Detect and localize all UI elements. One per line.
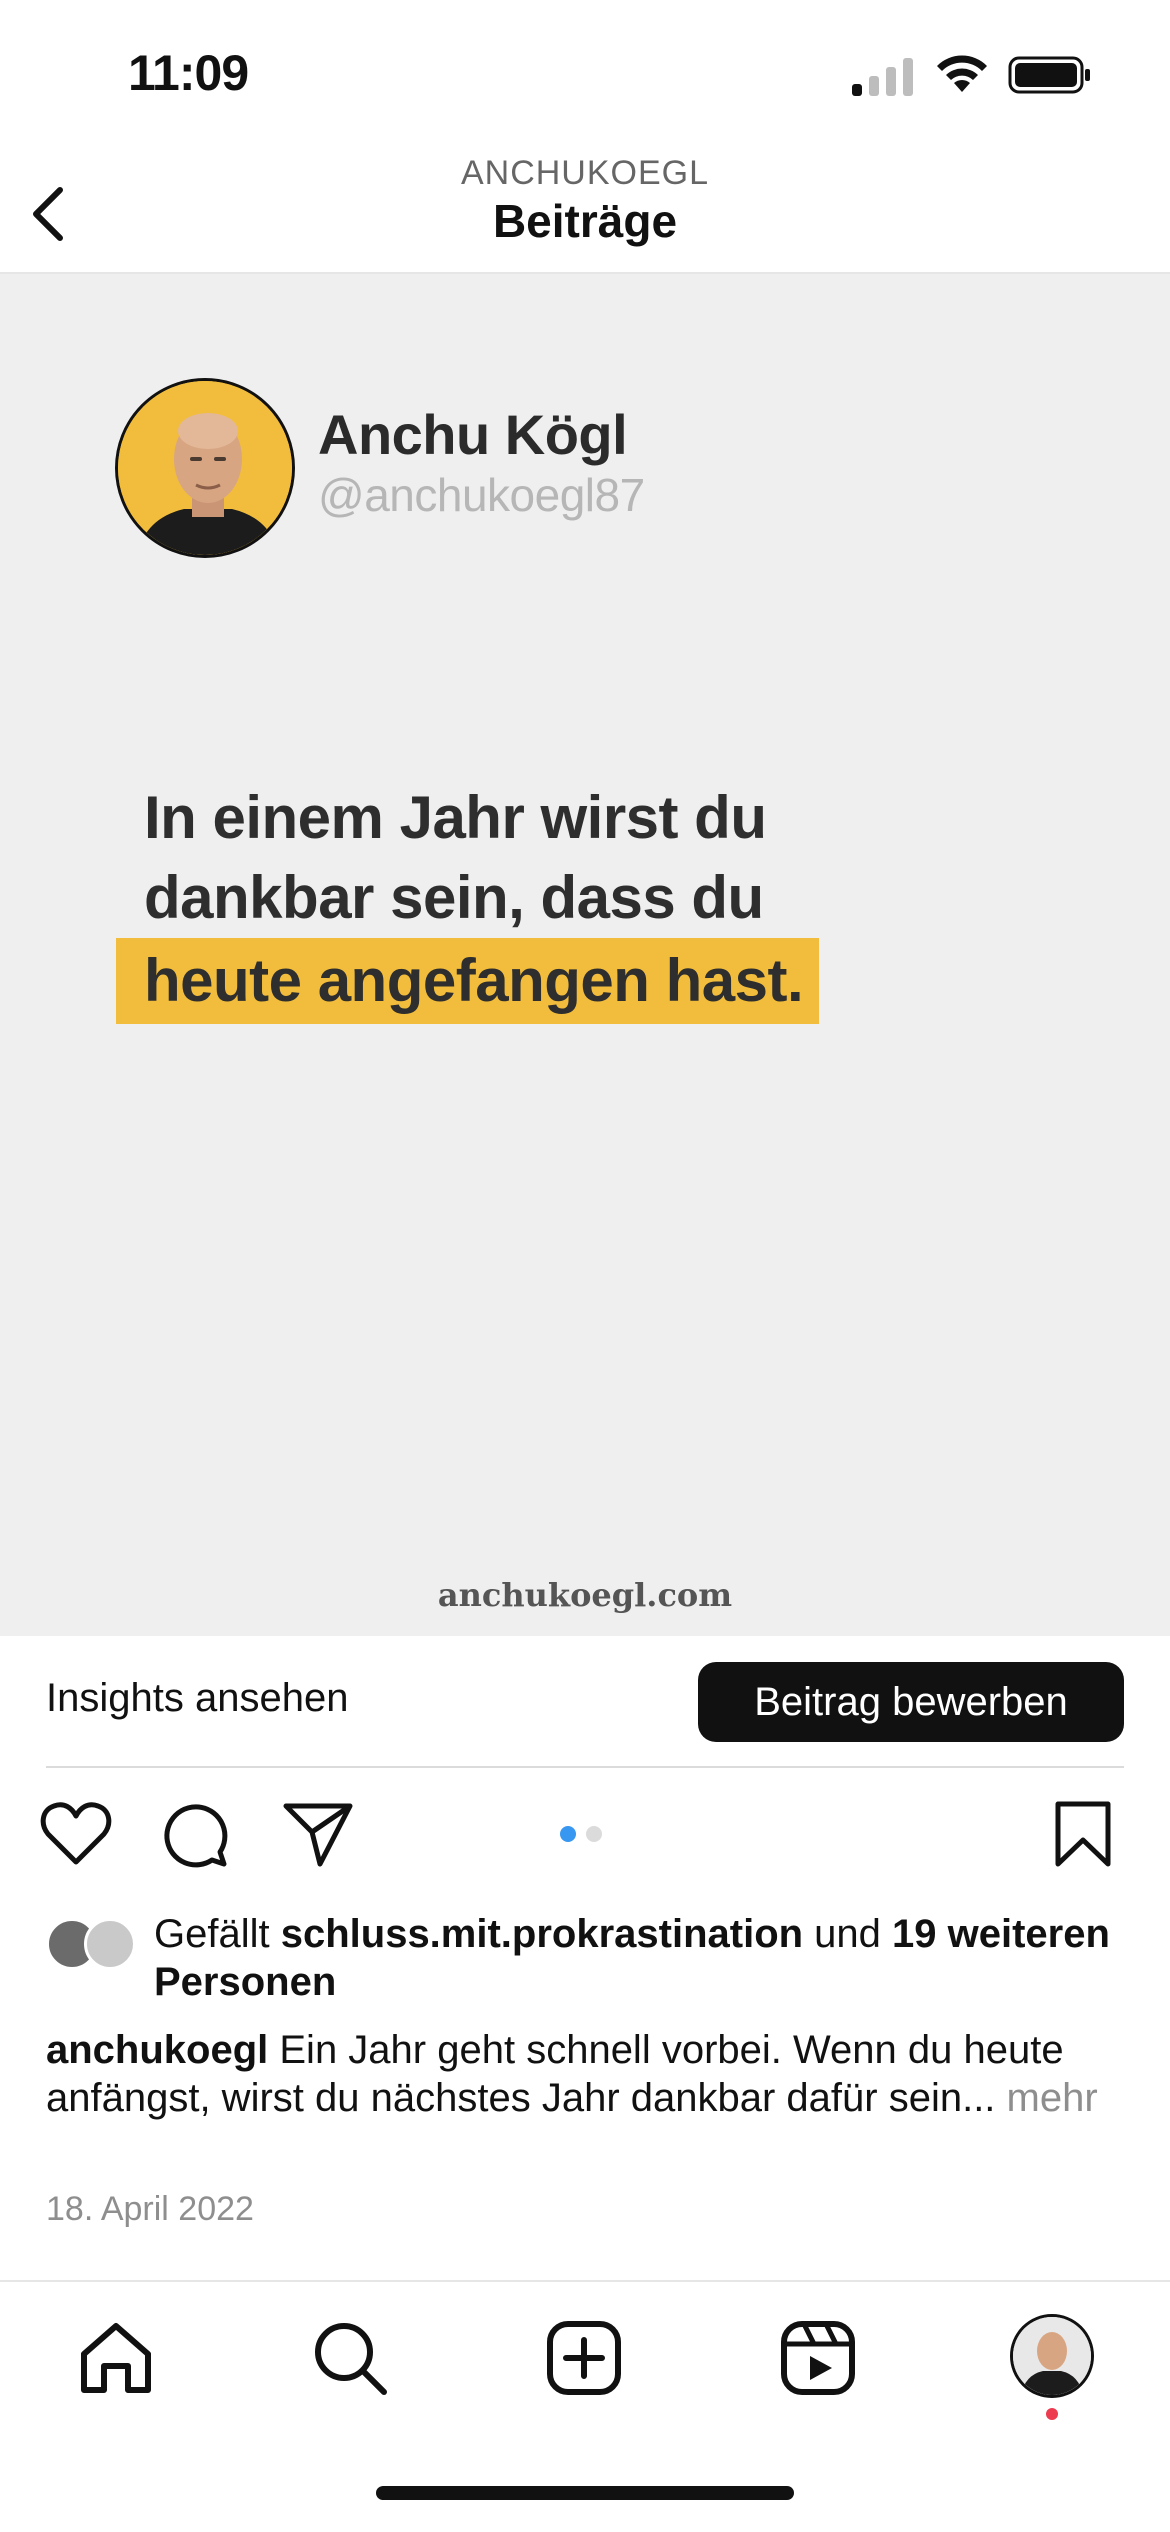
heart-icon[interactable]	[40, 1800, 112, 1868]
search-icon[interactable]	[310, 2318, 390, 2398]
quote-highlight: heute angefangen hast.	[116, 938, 820, 1024]
likes-connector: und	[803, 1912, 893, 1956]
header-username: ANCHUKOEGL	[460, 154, 710, 192]
insights-row: Insights ansehen Beitrag bewerben	[0, 1636, 1170, 1768]
promote-post-button[interactable]: Beitrag bewerben	[698, 1662, 1124, 1742]
liker-username[interactable]: schluss.mit.prokrastination	[281, 1912, 803, 1956]
post-quote: In einem Jahr wirst du dankbar sein, das…	[116, 778, 1016, 1024]
post-author-name: Anchu Kögl	[318, 403, 628, 466]
profile-avatar[interactable]	[1010, 2314, 1094, 2398]
quote-line: In einem Jahr wirst du	[144, 784, 767, 851]
page-title: Beiträge	[492, 195, 678, 247]
post-watermark: anchukoegl.com	[437, 1576, 733, 1614]
carousel-dot	[586, 1826, 602, 1842]
author-portrait-icon	[118, 381, 292, 555]
post-date: 18. April 2022	[46, 2190, 254, 2228]
comment-icon[interactable]	[162, 1800, 232, 1870]
reels-icon[interactable]	[778, 2318, 858, 2398]
author-avatar	[115, 378, 295, 558]
post-image[interactable]: Anchu Kögl @anchukoegl87 In einem Jahr w…	[0, 274, 1170, 1636]
home-indicator	[376, 2486, 794, 2500]
cellular-signal-icon	[852, 58, 913, 96]
wifi-icon	[937, 55, 987, 92]
paper-plane-icon[interactable]	[282, 1800, 354, 1868]
carousel-dot	[560, 1826, 576, 1842]
status-bar: 11:09	[0, 0, 1170, 150]
home-icon[interactable]	[76, 2318, 156, 2398]
page-header: ANCHUKOEGL Beiträge	[0, 150, 1170, 274]
caption-username[interactable]: anchukoegl	[46, 2028, 268, 2072]
divider	[46, 1766, 1124, 1768]
post-caption: anchukoegl Ein Jahr geht schnell vorbei.…	[46, 2026, 1136, 2122]
notification-dot	[1046, 2408, 1058, 2420]
battery-icon	[1008, 56, 1090, 94]
likes-prefix: Gefällt	[154, 1912, 281, 1956]
likes-text: Gefällt schluss.mit.prokrastination und …	[154, 1910, 1114, 2006]
status-time: 11:09	[128, 45, 249, 101]
bookmark-icon[interactable]	[1052, 1800, 1114, 1870]
profile-portrait-icon	[1013, 2317, 1091, 2395]
post-actions	[0, 1780, 1170, 1890]
liker-avatar	[84, 1918, 136, 1970]
post-author-handle: @anchukoegl87	[318, 469, 645, 521]
carousel-indicator	[560, 1826, 610, 1842]
create-icon[interactable]	[544, 2318, 624, 2398]
likes-summary[interactable]: Gefällt schluss.mit.prokrastination und …	[46, 1910, 1126, 2020]
quote-line: dankbar sein, dass du	[144, 864, 764, 931]
insights-link[interactable]: Insights ansehen	[46, 1676, 348, 1721]
caption-more-link[interactable]: mehr	[995, 2076, 1098, 2120]
